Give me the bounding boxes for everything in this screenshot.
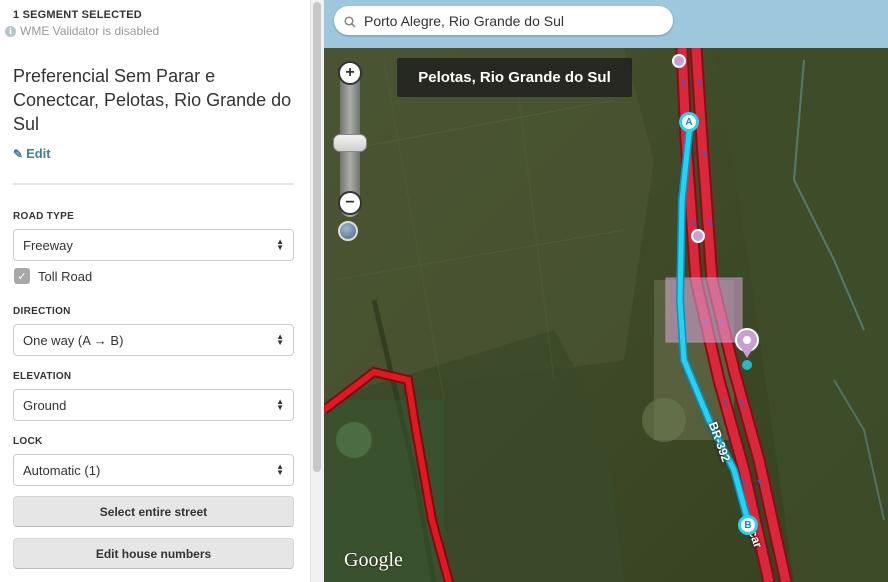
lock-value: Automatic (1) — [23, 462, 101, 478]
map-view[interactable]: BR-392 car A B Pelotas, Rio Grande do Su… — [324, 0, 888, 582]
road-type-value: Freeway — [23, 237, 73, 253]
select-arrows-icon: ▲ ▼ — [276, 462, 284, 477]
sidebar: 1 SEGMENT SELECTED i WME Validator is di… — [0, 0, 310, 582]
google-attribution: Google — [344, 549, 403, 571]
select-arrows-icon: ▲ ▼ — [276, 237, 284, 252]
node-b-marker[interactable]: B — [738, 515, 758, 535]
select-entire-street-button[interactable]: Select entire street — [13, 496, 294, 527]
segment-name: Preferencial Sem Parar e Conectcar, Pelo… — [13, 66, 292, 134]
selection-title: 1 SEGMENT SELECTED — [13, 9, 142, 21]
lock-select[interactable]: Automatic (1) ▲ ▼ — [13, 454, 294, 486]
direction-label: DIRECTION — [13, 306, 71, 317]
node-a-marker[interactable]: A — [679, 112, 699, 132]
select-arrows-icon: ▲ ▼ — [276, 332, 284, 347]
search-input[interactable] — [364, 12, 654, 29]
node-a-label: A — [685, 116, 693, 128]
city-label: Pelotas, Rio Grande do Sul — [397, 58, 632, 97]
toll-road-row[interactable]: ✓ Toll Road — [14, 268, 92, 284]
select-arrows-icon: ▲ ▼ — [276, 397, 284, 412]
validator-status: i WME Validator is disabled — [5, 24, 159, 38]
elevation-label: ELEVATION — [13, 371, 72, 382]
toll-road-checkbox[interactable]: ✓ — [14, 268, 30, 284]
elevation-value: Ground — [23, 397, 67, 413]
elevation-select[interactable]: Ground ▲ ▼ — [13, 389, 294, 421]
divider — [13, 183, 294, 185]
zoom-slider-handle[interactable] — [333, 134, 367, 152]
toll-road-label: Toll Road — [38, 268, 93, 284]
sidebar-scrollbar-thumb[interactable] — [313, 2, 321, 472]
zoom-out-button[interactable]: − — [338, 191, 362, 215]
plus-icon: + — [345, 64, 355, 81]
info-icon: i — [5, 25, 16, 37]
direction-value: One way (A → B) — [23, 332, 124, 348]
minus-icon: − — [345, 194, 355, 211]
lock-label: LOCK — [13, 436, 43, 447]
road-type-label: ROAD TYPE — [13, 211, 75, 222]
edit-link[interactable]: ✎ Edit — [13, 146, 51, 161]
zoom-in-button[interactable]: + — [338, 61, 362, 85]
edit-house-numbers-button[interactable]: Edit house numbers — [13, 538, 294, 569]
edit-icon: ✎ — [13, 146, 24, 161]
edit-label: Edit — [26, 146, 51, 161]
validator-text: WME Validator is disabled — [20, 24, 160, 38]
search-icon — [344, 15, 356, 28]
search-box[interactable] — [334, 6, 673, 35]
direction-select[interactable]: One way (A → B) ▲ ▼ — [13, 324, 294, 356]
street-view-pegman-icon[interactable] — [338, 221, 358, 241]
road-type-select[interactable]: Freeway ▲ ▼ — [13, 229, 294, 261]
node-b-label: B — [744, 519, 752, 531]
